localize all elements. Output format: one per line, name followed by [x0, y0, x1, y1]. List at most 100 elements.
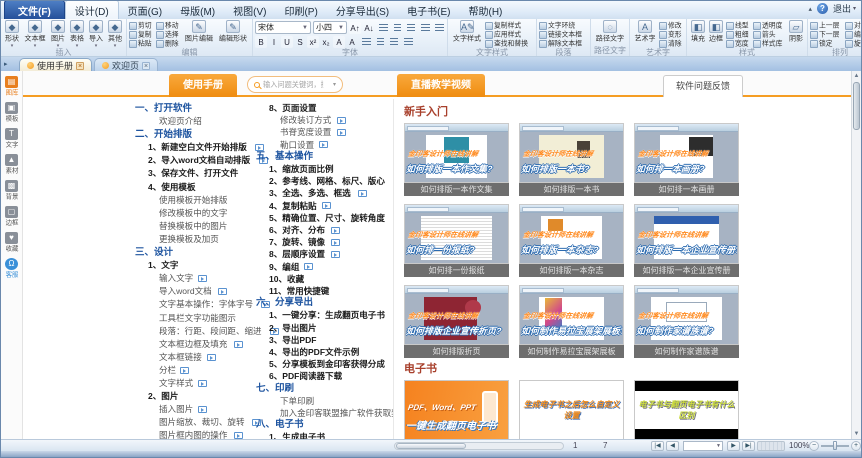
insert-button[interactable]: ◆ 图片 ▾ [49, 20, 67, 48]
arrange-option[interactable]: 下一层 [810, 30, 843, 39]
font-style-button[interactable]: A [333, 36, 345, 48]
ribbon-tab[interactable]: 视图(V) [224, 1, 275, 19]
document-tab[interactable]: 使用手册 × [19, 58, 92, 71]
style-big-button[interactable]: ◧ 填充 [689, 20, 707, 44]
document-tab[interactable]: 欢迎页 × [94, 58, 158, 71]
paragraph-option[interactable]: 解除文本框 [539, 39, 588, 48]
video-card[interactable]: 金印客设计师在线讲解 如何排一本画册? 如何排一本画册 [634, 123, 739, 196]
text-style-option[interactable]: 复制样式 [485, 21, 534, 30]
video-card[interactable]: 金印客设计师在线讲解 如何排版一本企业宣传册? 如何排版一本企业宣传册 [634, 204, 739, 277]
paragraph-option[interactable]: 文字环绕 [539, 21, 588, 30]
font-style-button[interactable]: x₂ [320, 36, 332, 48]
font-name-select[interactable]: 宋体▼ [255, 21, 311, 34]
account-button[interactable]: 退出 ▾ [833, 2, 856, 15]
grow-font-button[interactable]: A↑ [349, 22, 361, 34]
sidebar-item[interactable]: Ω 客服 [1, 255, 22, 281]
toc-entry[interactable]: 下单印刷 [256, 395, 394, 407]
arrange-option[interactable]: 上一层 [810, 21, 843, 30]
zoom-out-button[interactable]: − [809, 441, 819, 451]
video-card[interactable]: 金印客设计师在线讲解 如何排版一本作文集? 如何排版一本作文集 [404, 123, 509, 196]
prev-page-button[interactable]: ◀ [666, 441, 679, 451]
sidebar-item[interactable]: ▢ 边框 [1, 203, 22, 229]
toc-entry[interactable]: 11、常用快捷键 [256, 285, 394, 297]
toc-entry[interactable]: 2、导出图片 [256, 322, 394, 334]
horizontal-scrollbar-thumb[interactable] [396, 443, 466, 449]
toc-entry[interactable]: 加入金印客联盟推广软件获取奖励 [256, 407, 394, 419]
style-option[interactable]: 透明度 [753, 21, 786, 30]
align-distribute-icon[interactable] [433, 22, 445, 34]
style-option[interactable]: 线型 [726, 21, 751, 30]
toc-entry[interactable]: 5、分享模板到金印客获得分成 [256, 358, 394, 370]
scroll-down-icon[interactable]: ▼ [852, 429, 861, 439]
toc-entry[interactable]: 3、全选、多选、框选 [256, 187, 394, 199]
toc-entry[interactable]: 1、一键分享：生成翻页电子书 [256, 309, 394, 321]
arrange-option[interactable]: 旋转 [845, 39, 861, 48]
arrange-option[interactable]: 对齐 [845, 21, 861, 30]
toc-entry[interactable]: 2、参考线、网格、标尺、版心 [256, 175, 394, 187]
edit-big-button[interactable]: ✎ 图片编辑 [182, 20, 216, 44]
style-option[interactable]: 样式库 [753, 39, 786, 48]
edit-button[interactable]: 粘贴 [129, 39, 154, 48]
font-style-button[interactable]: U [281, 36, 293, 48]
sidebar-item[interactable]: ▲ 素材 [1, 151, 22, 177]
tab-video-tutorials[interactable]: 直播教学视频 [397, 74, 485, 97]
scroll-up-icon[interactable]: ▲ [852, 71, 861, 81]
video-card[interactable]: 电子书与翻页电子书有什么区别 电子书和翻页电子书有什么区别 [634, 380, 739, 439]
edit-button[interactable]: 选择 [156, 30, 181, 39]
collapse-ribbon-icon[interactable]: ▴ [808, 5, 812, 13]
toc-entry[interactable]: 5、精确位置、尺寸、旋转角度 [256, 212, 394, 224]
style-option[interactable]: 宽度 [726, 39, 751, 48]
align-left-icon[interactable] [377, 22, 389, 34]
toc-entry[interactable]: 4、复制粘贴 [256, 200, 394, 212]
word-art-option[interactable]: 变形 [659, 30, 684, 39]
word-art-option[interactable]: 修改 [659, 21, 684, 30]
sidebar-item[interactable]: ▤ 图库 [1, 73, 22, 99]
align-center-icon[interactable] [391, 22, 403, 34]
toc-entry[interactable]: 6、PDF阅读器下载 [256, 370, 394, 382]
text-style-option[interactable]: 查找和替换 [485, 39, 534, 48]
feedback-button[interactable]: 软件问题反馈 [663, 75, 743, 97]
page-select[interactable]: ▼ [683, 441, 723, 451]
font-style-button[interactable]: S [294, 36, 306, 48]
word-art-option[interactable]: 清除 [659, 39, 684, 48]
paragraph-option[interactable]: 链接文本框 [539, 30, 588, 39]
line-spacing-icon[interactable] [360, 36, 372, 48]
list-icon[interactable] [402, 36, 414, 48]
columns-icon[interactable] [374, 36, 386, 48]
sidebar-item[interactable]: ♥ 收藏 [1, 229, 22, 255]
shrink-font-button[interactable]: A↓ [363, 22, 375, 34]
toc-entry[interactable]: 修改装订方式 [256, 114, 394, 126]
font-style-button[interactable]: B [255, 36, 267, 48]
toc-entry[interactable]: 6、对齐、分布 [256, 224, 394, 236]
tab-user-manual[interactable]: 使用手册 [169, 74, 237, 97]
help-icon[interactable]: ? [817, 3, 828, 14]
insert-button[interactable]: ◆ 表格 ▾ [68, 20, 86, 48]
ribbon-tab[interactable]: 电子书(E) [398, 1, 459, 19]
insert-button[interactable]: ◆ 其他 ▾ [106, 20, 124, 48]
toc-entry[interactable]: 勒口设置 [256, 139, 394, 151]
align-right-icon[interactable] [405, 22, 417, 34]
style-option[interactable]: 箭头 [753, 30, 786, 39]
edit-button[interactable]: 复制 [129, 30, 154, 39]
next-page-button[interactable]: ▶ [727, 441, 740, 451]
insert-button[interactable]: ◆ 导入 ▾ [87, 20, 105, 48]
edit-button[interactable]: 删除 [156, 39, 181, 48]
ribbon-tab[interactable]: 帮助(H) [460, 1, 512, 19]
text-style-button[interactable]: A✎ 文字样式 [450, 20, 484, 44]
font-style-button[interactable]: I [268, 36, 280, 48]
toc-entry[interactable]: 书脊宽度设置 [256, 126, 394, 138]
sidebar-item[interactable]: ▩ 背景 [1, 177, 22, 203]
arrange-option[interactable]: 编组 [845, 30, 861, 39]
video-card[interactable]: 生成电子书之后怎么自定义设置 电子书设置 [519, 380, 624, 439]
shadow-button[interactable]: ▱ 阴影 [787, 20, 805, 44]
edit-big-button[interactable]: ✎ 编辑形状 [216, 20, 250, 44]
edit-button[interactable]: 移动 [156, 21, 181, 30]
toc-entry[interactable]: 八、电子书 [256, 419, 394, 431]
video-card[interactable]: 金印客设计师在线讲解 如何制作家谱族谱? 如何制作家谱族谱 [634, 285, 739, 358]
first-page-button[interactable]: |◀ [651, 441, 664, 451]
toc-entry[interactable]: 1、缩放页面比例 [256, 163, 394, 175]
insert-button[interactable]: ◆ 文本框 ▾ [22, 20, 48, 48]
text-direction-icon[interactable] [388, 36, 400, 48]
toc-entry[interactable]: 五、基本操作 [256, 151, 394, 163]
toc-entry[interactable]: 3、导出PDF [256, 334, 394, 346]
